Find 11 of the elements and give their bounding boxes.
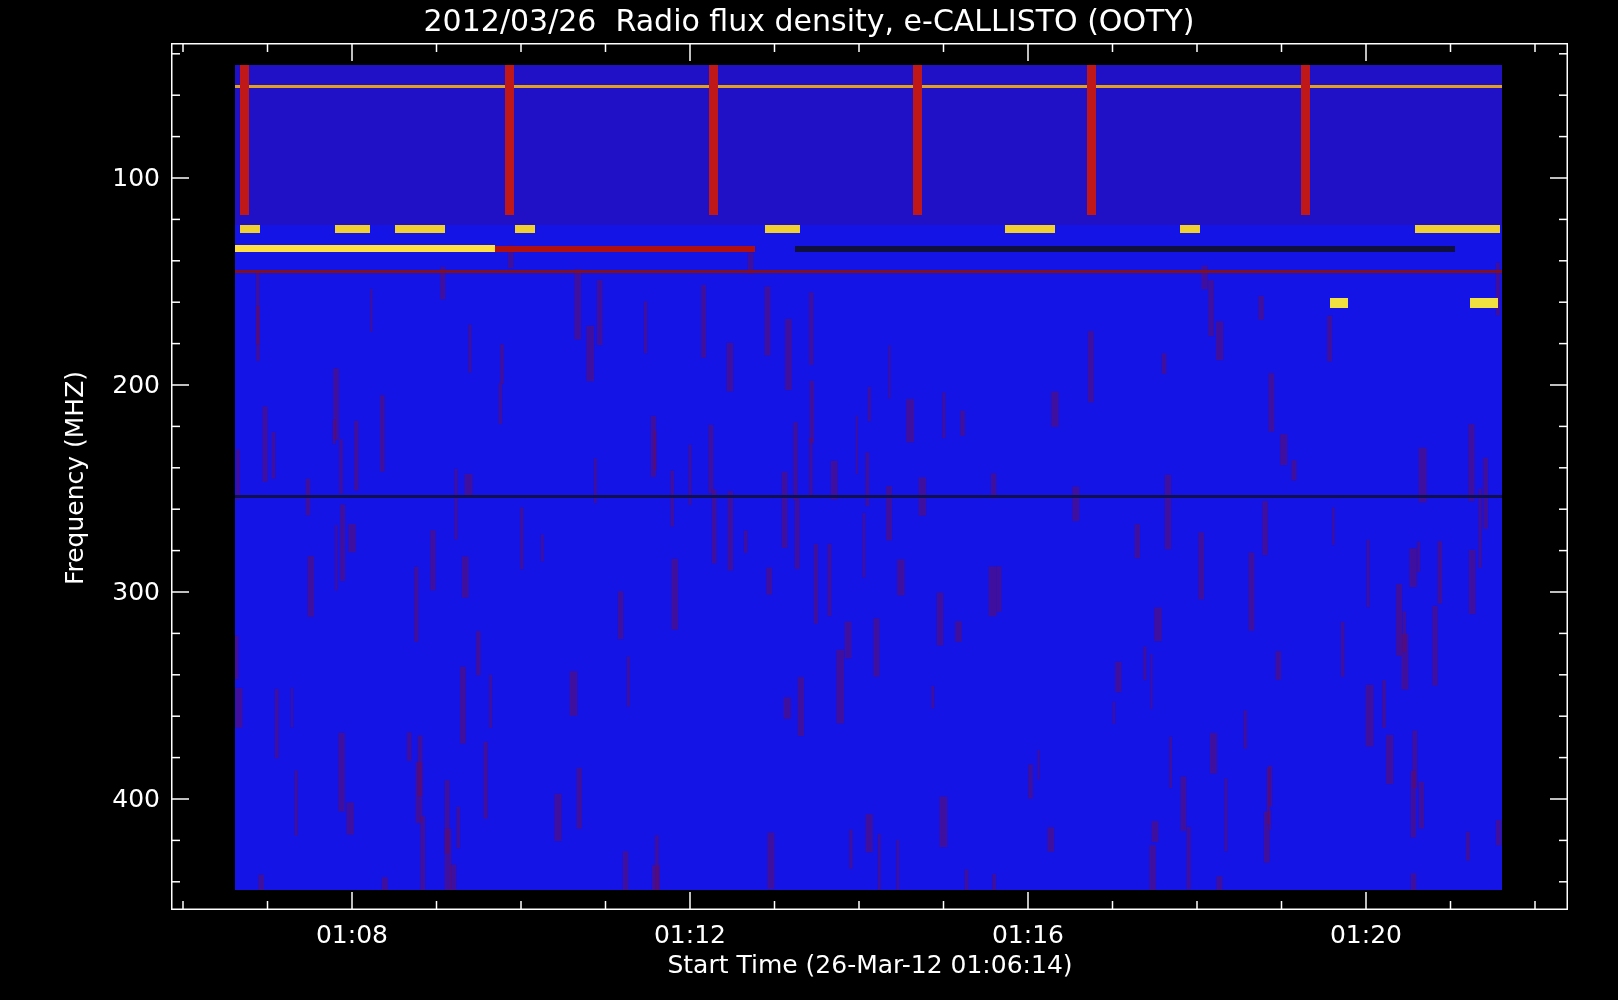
y-tick-label: 300 — [111, 577, 160, 607]
y-tick-label: 200 — [111, 370, 160, 400]
x-axis-title: Start Time (26-Mar-12 01:06:14) — [666, 950, 1074, 980]
y-axis-title: Frequency (MHZ) — [60, 370, 90, 586]
x-tick-label: 01:20 — [1328, 920, 1403, 950]
x-tick-label: 01:08 — [314, 920, 389, 950]
x-tick-label: 01:12 — [652, 920, 727, 950]
y-tick-label: 100 — [111, 163, 160, 193]
y-tick-label: 400 — [111, 784, 160, 814]
x-tick-label: 01:16 — [990, 920, 1065, 950]
chart-title: 2012/03/26 Radio flux density, e-CALLISTO (OOTY) — [422, 2, 1196, 40]
